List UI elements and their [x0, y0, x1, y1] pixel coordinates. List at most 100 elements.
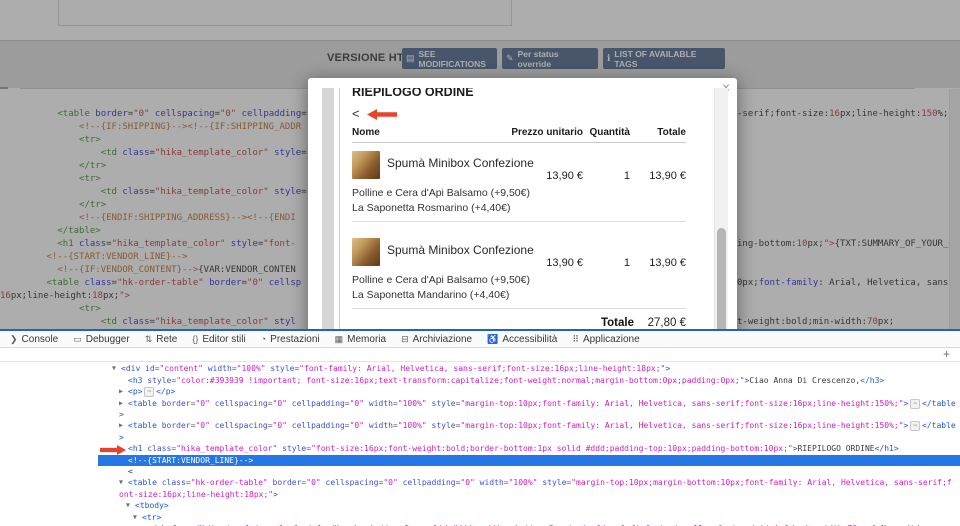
code-token: <!--{START:VENDOR_LINE}--> — [128, 456, 253, 465]
tab-accessibilità[interactable]: ♿Accessibilità — [487, 334, 557, 345]
code-token: width — [203, 364, 232, 373]
dom-tree-row[interactable]: ▶<p>⋯</p> — [98, 386, 960, 397]
stray-character: < — [352, 106, 360, 121]
code-token: <h3 — [128, 376, 142, 385]
tab-label: Debugger — [86, 334, 130, 345]
code-token: id — [140, 364, 154, 373]
console-icon: ❯ — [10, 334, 18, 345]
dom-tree-row[interactable]: ▼<tr> — [98, 512, 960, 523]
code-token: width — [475, 478, 504, 487]
add-node-button[interactable]: + — [943, 347, 950, 361]
code-token: "0" — [350, 421, 364, 430]
col-header-quantita: Quantità — [589, 127, 630, 138]
tab-memoria[interactable]: ▦Memoria — [335, 334, 386, 345]
expand-open-icon[interactable]: ▼ — [119, 477, 128, 488]
expand-open-icon[interactable]: ▼ — [126, 500, 135, 511]
dom-tree-row[interactable]: ▼<div id="content" width="100%" style="f… — [98, 363, 960, 374]
unit-price: 13,90 € — [546, 257, 583, 269]
quantity: 1 — [624, 257, 630, 269]
dom-tree-row[interactable]: <!--{START:VENDOR_LINE}--> — [98, 455, 960, 466]
code-token: <table — [128, 478, 157, 487]
code-token: cellspacing — [321, 478, 379, 487]
code-token: class — [142, 444, 171, 453]
product-name: Spumà Minibox Confezione — [387, 156, 534, 170]
code-token: width — [364, 399, 393, 408]
order-summary-title: RIEPILOGO ORDINE — [352, 88, 474, 99]
expand-closed-icon[interactable]: ▶ — [119, 386, 128, 397]
code-token: <h1 — [128, 444, 142, 453]
tab-label: Prestazioni — [270, 334, 319, 345]
expand-open-icon[interactable]: ▼ — [112, 363, 121, 374]
col-header-nome: Nome — [352, 127, 380, 138]
code-token: <tbody> — [135, 501, 169, 510]
tab-archiviazione[interactable]: ⊟Archiviazione — [401, 334, 472, 345]
tab-label: Accessibilità — [502, 334, 557, 345]
code-token: "margin-top:10px;font-family: Arial, Hel… — [460, 399, 903, 408]
code-token: "margin-top:10px;font-family: Arial, Hel… — [460, 421, 903, 430]
dom-tree-row[interactable]: ▼<tbody> — [98, 500, 960, 511]
code-token: style — [277, 444, 306, 453]
code-token: < — [128, 467, 133, 476]
dom-tree: ▼<td>▼<div id="content" width="100%" sty… — [98, 352, 960, 526]
line-total: 13,90 € — [649, 170, 686, 182]
code-token: border — [157, 421, 191, 430]
tab-debugger[interactable]: ▭Debugger — [73, 334, 129, 345]
tab-console[interactable]: ❯Console — [10, 334, 58, 345]
code-token: cellpadding — [287, 421, 345, 430]
code-token: style — [142, 376, 171, 385]
order-total-value: 27,80 € — [648, 317, 686, 329]
product-name: Spumà Minibox Confezione — [387, 243, 534, 257]
devtools-panel: ❯Console ▭Debugger ⇅Rete {} Editor stili ◔Pre… — [0, 329, 960, 526]
code-token: "0" — [195, 421, 209, 430]
code-token: <table — [128, 421, 157, 430]
collapsed-content-pill: ⋯ — [910, 421, 920, 431]
dom-tree-row[interactable]: ▼<table class="hk-order-table" border="0… — [98, 477, 960, 500]
dom-tree-row[interactable]: <h1 class="hika_template_color" style="f… — [98, 443, 960, 454]
product-image — [352, 238, 380, 266]
unit-price: 13,90 € — [546, 170, 583, 182]
code-token: "hk-order-table" — [191, 478, 268, 487]
expand-closed-icon[interactable]: ▶ — [119, 420, 128, 431]
scrollbar-thumb[interactable] — [717, 228, 726, 343]
row-divider — [352, 308, 686, 309]
tab-applicazione[interactable]: ⠿Applicazione — [572, 334, 639, 345]
code-token: "hika_template_color" — [176, 444, 277, 453]
dom-tree-row[interactable]: <h3 style="color:#393939 !important; fon… — [98, 375, 960, 386]
devtools-tabbar: ❯Console ▭Debugger ⇅Rete {} Editor stili ◔Pre… — [0, 331, 960, 348]
code-token: "0" — [350, 399, 364, 408]
code-token: "0" — [383, 478, 397, 487]
row-divider — [352, 221, 686, 222]
tab-rete[interactable]: ⇅Rete — [145, 334, 178, 345]
code-token: <table — [128, 399, 157, 408]
code-token: style — [427, 421, 456, 430]
code-token: width — [364, 421, 393, 430]
code-token: "100%" — [509, 478, 538, 487]
code-token: <tr> — [142, 513, 161, 522]
tab-editor-stili[interactable]: {} Editor stili — [192, 334, 245, 345]
dom-tree-row[interactable]: < — [98, 466, 960, 477]
tab-label: Applicazione — [583, 334, 640, 345]
tab-label: Editor stili — [202, 334, 245, 345]
product-option: Polline e Cera d'Api Balsamo (+9,50€) — [352, 187, 530, 199]
code-token: "content" — [160, 364, 203, 373]
col-header-prezzo-unitario: Prezzo unitario — [511, 127, 583, 138]
code-token: <p> — [128, 387, 142, 396]
code-token: <div — [121, 364, 140, 373]
expand-open-icon[interactable]: ▼ — [133, 512, 142, 523]
dom-tree-row[interactable]: ▶<table border="0" cellspacing="0" cellp… — [98, 398, 960, 421]
code-token: style — [427, 399, 456, 408]
editor-stili-icon: {} — [192, 334, 198, 344]
expand-closed-icon[interactable]: ▶ — [119, 398, 128, 409]
code-token: </h1> — [875, 444, 899, 453]
code-token: style — [266, 364, 295, 373]
dom-tree-row[interactable]: ▶<table border="0" cellspacing="0" cellp… — [98, 420, 960, 443]
code-token: cellpadding — [398, 478, 456, 487]
col-header-totale: Totale — [657, 127, 686, 138]
product-option: Polline e Cera d'Api Balsamo (+9,50€) — [352, 274, 530, 286]
code-token: "0" — [195, 399, 209, 408]
red-arrow-right-icon — [100, 445, 126, 455]
app-window: VERSIONE HTML ▤SEE MODIFICATIONS✎Per sta… — [0, 0, 960, 526]
tab-prestazioni[interactable]: ◔Prestazioni — [261, 334, 320, 345]
tab-label: Memoria — [347, 334, 386, 345]
collapsed-content-pill: ⋯ — [910, 399, 920, 409]
